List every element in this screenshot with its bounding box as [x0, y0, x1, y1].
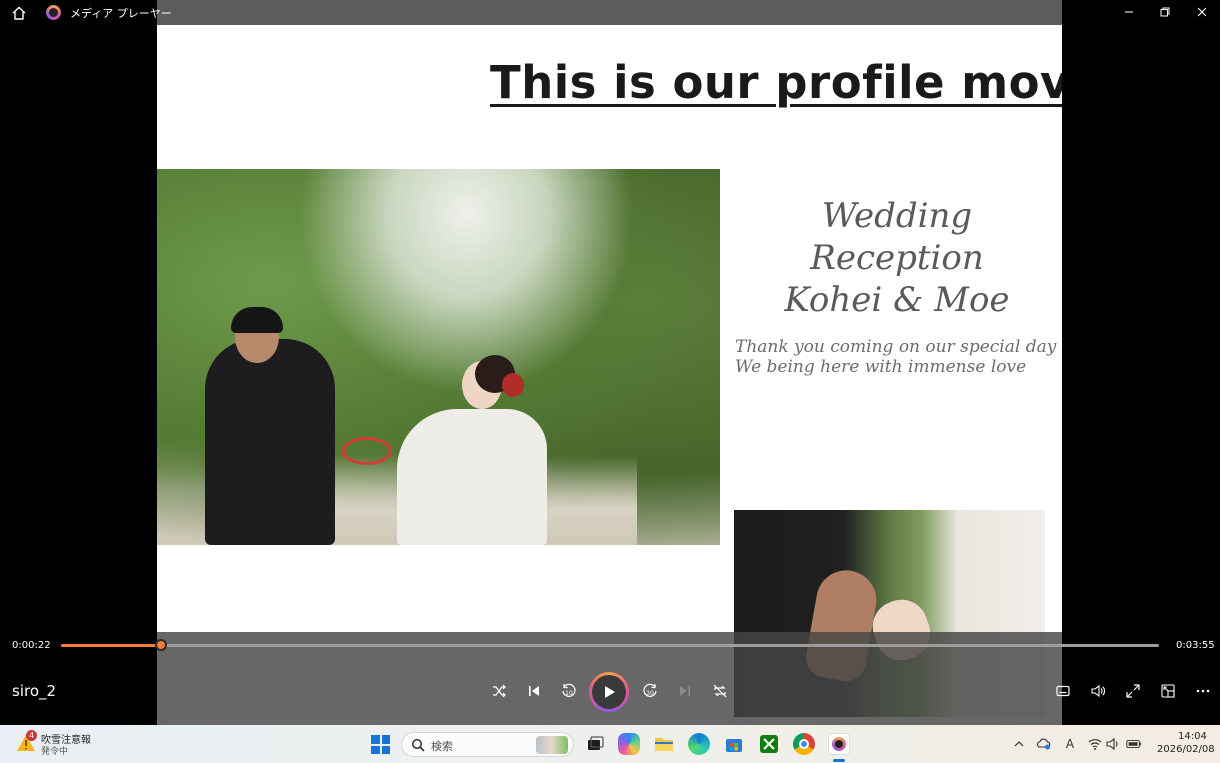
repeat-button[interactable] [708, 679, 732, 703]
message-line1: Thank you coming on our special day [735, 337, 1057, 357]
play-button[interactable] [589, 672, 629, 712]
minimize-button[interactable] [1114, 2, 1144, 22]
wifi-icon[interactable] [1087, 736, 1103, 752]
start-button[interactable] [371, 735, 390, 754]
play-icon [605, 686, 615, 698]
show-hidden-icons-icon[interactable] [1011, 736, 1027, 752]
wedding-title-line1: Wedding Reception [810, 196, 984, 278]
current-time: 0:00:22 [12, 640, 51, 651]
message-line2: We being here with immense love [735, 357, 1027, 377]
home-icon[interactable] [11, 5, 27, 21]
clock-time[interactable]: 14:04 [1178, 731, 1207, 742]
ime-mode-indicator[interactable]: A [1062, 736, 1078, 752]
onedrive-icon[interactable] [1036, 736, 1052, 752]
taskbar: 4 吹雪注意報 発令中 検索 A 14:04 2026/02/08 [0, 725, 1220, 763]
search-icon [411, 738, 425, 752]
chrome-icon[interactable] [793, 733, 815, 755]
svg-text:10: 10 [565, 690, 573, 697]
rewind-10-icon: 10 [562, 683, 576, 697]
rewind-10-button[interactable]: 10 [557, 679, 581, 703]
captions-icon [1056, 685, 1070, 697]
wedding-title-text: Wedding Reception Kohei & Moe [732, 195, 1062, 321]
restore-button[interactable] [1150, 2, 1180, 22]
weather-badge: 4 [26, 730, 37, 741]
fullscreen-button[interactable] [1121, 679, 1145, 703]
xbox-icon[interactable] [758, 733, 780, 755]
close-button[interactable] [1187, 2, 1217, 22]
battery-icon[interactable] [1126, 736, 1142, 752]
wedding-title-line2: Kohei & Moe [784, 280, 1010, 320]
message-text: Thank you coming on our special day We b… [735, 337, 1062, 377]
more-icon [1196, 689, 1210, 693]
seek-progress [61, 644, 161, 647]
weather-status: 発令中 [41, 747, 69, 757]
video-frame[interactable]: This is our profile movie Wedding Recept… [157, 0, 1062, 725]
search-box[interactable]: 検索 [401, 732, 574, 757]
previous-button[interactable] [522, 679, 546, 703]
volume-icon [1091, 684, 1105, 698]
couple-photo [157, 169, 720, 545]
more-button[interactable] [1191, 679, 1215, 703]
next-icon [680, 686, 690, 696]
shuffle-icon [493, 684, 506, 698]
app-title: メディア プレーヤー [70, 7, 172, 20]
shuffle-button[interactable] [487, 679, 511, 703]
clock-date[interactable]: 2026/02/08 [1157, 744, 1215, 755]
total-time: 0:03:55 [1176, 640, 1215, 651]
copilot-icon[interactable] [618, 733, 640, 755]
miniplayer-icon [1161, 684, 1175, 698]
search-highlight-icon [536, 736, 568, 754]
app-logo-icon [46, 5, 61, 20]
forward-30-icon: 30 [643, 683, 657, 697]
active-app-indicator [833, 759, 845, 762]
forward-30-button[interactable]: 30 [638, 679, 662, 703]
speaker-icon[interactable] [1105, 736, 1121, 752]
store-icon[interactable] [723, 733, 745, 755]
volume-button[interactable] [1086, 679, 1110, 703]
repeat-off-icon [713, 684, 727, 698]
edge-icon[interactable] [688, 733, 710, 755]
media-title: siro_2 [12, 682, 57, 700]
svg-text:30: 30 [646, 690, 654, 697]
task-view-icon[interactable] [584, 733, 606, 755]
next-button[interactable] [673, 679, 697, 703]
miniplayer-button[interactable] [1156, 679, 1180, 703]
seek-bar[interactable] [61, 639, 1159, 651]
seek-thumb[interactable] [154, 639, 167, 651]
title-bar: メディア プレーヤー [0, 0, 1220, 25]
file-explorer-icon[interactable] [653, 733, 675, 755]
media-player-window: This is our profile movie Wedding Recept… [0, 0, 1220, 763]
player-controls: 0:00:22 0:03:55 siro_2 10 30 [0, 632, 1220, 725]
media-player-taskbar-icon[interactable] [828, 733, 850, 755]
slide-title: This is our profile movie [490, 56, 1062, 109]
previous-icon [529, 686, 539, 696]
captions-button[interactable] [1051, 679, 1075, 703]
search-label: 検索 [431, 740, 453, 753]
fullscreen-icon [1126, 684, 1140, 698]
